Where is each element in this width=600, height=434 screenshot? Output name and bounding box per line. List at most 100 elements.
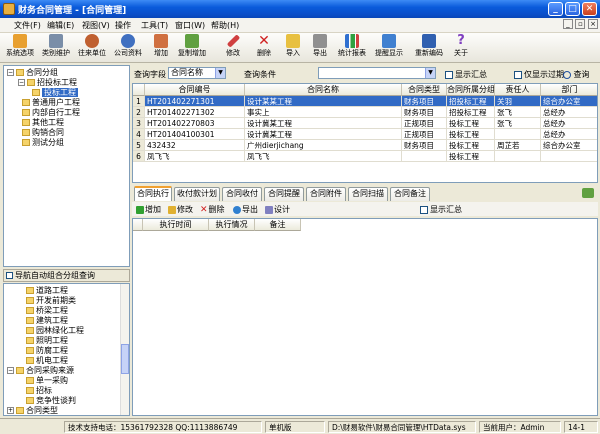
mdi-close-button[interactable]: × [588,19,598,29]
column-header[interactable]: 合同编号 [145,84,245,96]
tree-node[interactable]: 测试分组 [22,138,64,148]
tree-scrollbar[interactable] [120,284,129,415]
menu-help[interactable]: 帮助(H) [211,20,239,31]
tab-scans[interactable]: 合同扫描 [348,187,388,201]
menu-file[interactable]: 文件(F) [14,20,41,31]
collapse-icon[interactable]: − [7,69,14,76]
tab-attachments[interactable]: 合同附件 [306,187,346,201]
detail-design-button[interactable]: 设计 [265,204,290,215]
partner-unit-button[interactable]: 往来单位 [76,34,108,62]
folder-icon [26,307,34,314]
query-cond-input[interactable]: ▼ [318,67,436,79]
printer-icon [313,34,327,48]
detail-export-button[interactable]: 导出 [233,204,258,215]
tree-node[interactable]: 投标工程 [32,88,78,98]
tab-reminders[interactable]: 合同提醒 [264,187,304,201]
checkbox[interactable] [420,205,428,214]
menu-view[interactable]: 视图(V) [82,20,110,31]
query-field-select[interactable]: 合同名称 ▼ [168,67,226,79]
tree-node[interactable]: 建筑工程 [26,316,68,326]
tree-node[interactable]: 园林绿化工程 [26,326,84,336]
menu-tools[interactable]: 工具(T) [141,20,168,31]
checkbox[interactable] [514,70,522,79]
nav-query-toggle[interactable]: 导航自动组合分组查询 [3,269,130,282]
tree-node[interactable]: 桥梁工程 [26,306,68,316]
chevron-down-icon[interactable]: ▼ [215,68,225,78]
tab-execution[interactable]: 合同执行 [134,186,172,201]
close-button[interactable]: ✕ [582,2,597,16]
detail-delete-button[interactable]: ✕删除 [200,204,225,215]
tree-node[interactable]: − 合同采购来源 [7,366,74,376]
detail-edit-button[interactable]: 修改 [168,204,193,215]
tree-node[interactable]: 照明工程 [26,336,68,346]
edit-button[interactable]: 修改 [222,34,244,62]
settings-icon[interactable] [582,188,594,198]
detail-tabs: 合同执行 收付款计划 合同收付 合同提醒 合同附件 合同扫描 合同备注 [132,185,598,201]
menu-operate[interactable]: 操作 [115,20,131,31]
tree-node[interactable]: 购销合同 [22,128,64,138]
maximize-button[interactable]: □ [565,2,580,16]
menu-window[interactable]: 窗口(W) [175,20,205,31]
contract-grid[interactable]: 合同编号 合同名称 合同类型 合同所属分组 责任人 部门 1 HT2014022… [132,83,598,183]
tree-node[interactable]: 开发前期类 [26,296,76,306]
show-summary-checkbox[interactable]: 显示汇总 [445,69,487,80]
tree-node[interactable]: − 合同分组 [7,68,58,78]
company-info-button[interactable]: 公司资料 [112,34,144,62]
column-header[interactable]: 合同所属分组 [447,84,495,96]
checkbox[interactable] [445,70,453,79]
tab-notes[interactable]: 合同备注 [390,187,430,201]
stats-report-button[interactable]: 统计报表 [335,34,369,62]
menu-bar: 文件(F) 编辑(E) 视图(V) 操作 工具(T) 窗口(W) 帮助(H) _… [0,18,600,33]
mdi-restore-button[interactable]: ▫ [575,19,586,29]
scrollbar-thumb[interactable] [121,344,129,374]
column-header[interactable]: 备注 [255,219,301,231]
export-button[interactable]: 导出 [309,34,331,62]
detail-summary-checkbox[interactable]: 显示汇总 [420,204,462,215]
delete-button[interactable]: ✕ 删除 [253,34,275,62]
group-tree[interactable]: − 合同分组 − 招投标工程 投标工程 普通用户工程 内部自行工程 其他工程 购销合… [3,65,130,267]
about-button[interactable]: ? 关于 [450,34,472,62]
tree-node[interactable]: + 合同类型 [7,406,58,415]
tab-payment-plan[interactable]: 收付款计划 [174,187,220,201]
column-header[interactable]: 执行情况 [209,219,255,231]
tree-node[interactable]: 竞争性谈判 [26,396,76,406]
column-header[interactable]: 合同类型 [402,84,447,96]
tree-node[interactable]: 内部自行工程 [22,108,80,118]
folder-icon [26,337,34,344]
tree-node[interactable]: 防腐工程 [26,346,68,356]
copy-add-button[interactable]: 复制增加 [176,34,208,62]
category-maintain-button[interactable]: 类别维护 [40,34,72,62]
tree-node[interactable]: 道路工程 [26,286,68,296]
detail-add-button[interactable]: 增加 [136,204,161,215]
detail-toolbar: 增加 修改 ✕删除 导出 设计 显示汇总 [132,202,598,216]
tree-node[interactable]: 单一采购 [26,376,68,386]
tree-node[interactable]: 机电工程 [26,356,68,366]
tree-node[interactable]: 普通用户工程 [22,98,80,108]
import-button[interactable]: 导入 [282,34,304,62]
add-button[interactable]: 增加 [150,34,172,62]
category-tree[interactable]: 道路工程 开发前期类 桥梁工程 建筑工程 园林绿化工程 照明工程 防腐工程 机电… [3,283,130,416]
system-options-button[interactable]: 系统选项 [4,34,36,62]
folder-icon [16,367,24,374]
collapse-icon[interactable]: − [7,367,14,374]
column-header[interactable]: 部门 [541,84,597,96]
column-header[interactable]: 责任人 [495,84,541,96]
reminder-button[interactable]: 提醒显示 [372,34,406,62]
tab-receipts[interactable]: 合同收付 [222,187,262,201]
column-header[interactable]: 合同名称 [245,84,402,96]
chevron-down-icon[interactable]: ▼ [425,68,435,78]
tree-node[interactable]: 其他工程 [22,118,64,128]
recode-button[interactable]: 重新编码 [412,34,446,62]
execution-grid[interactable]: 执行时间 执行情况 备注 [132,218,598,416]
menu-edit[interactable]: 编辑(E) [47,20,74,31]
tree-node[interactable]: − 招投标工程 [18,78,77,88]
tree-node[interactable]: 招标 [26,386,52,396]
query-button[interactable]: 查询 [563,69,590,80]
column-header[interactable]: 执行时间 [143,219,209,231]
expand-icon[interactable]: + [7,407,14,414]
minimize-button[interactable]: _ [548,2,563,16]
show-expired-checkbox[interactable]: 仅显示过期 [514,69,564,80]
collapse-icon[interactable]: − [18,79,25,86]
checkbox[interactable] [6,272,13,279]
mdi-minimize-button[interactable]: _ [562,19,573,29]
